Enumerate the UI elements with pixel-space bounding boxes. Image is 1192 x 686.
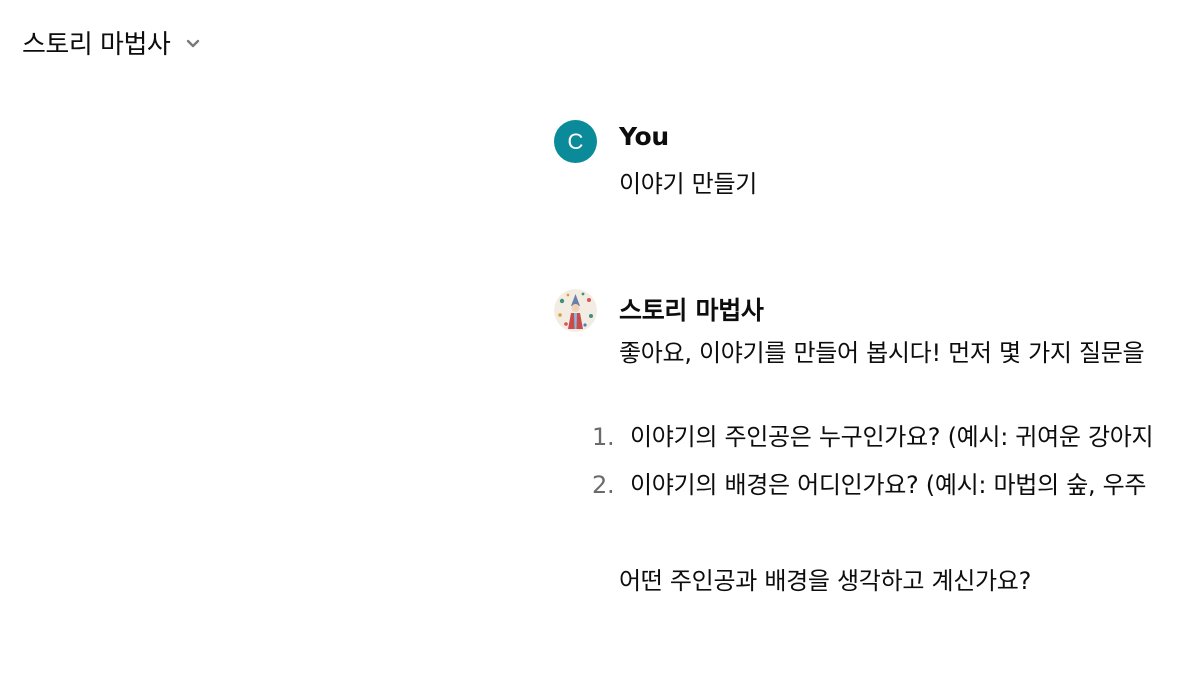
chevron-down-icon[interactable] [184, 34, 202, 52]
list-text: 이야기의 배경은 어디인가요? (예시: 마법의 숲, 우주 [630, 471, 1147, 499]
wizard-avatar-icon [554, 289, 597, 332]
avatar-letter: C [567, 128, 584, 154]
list-number: 1. [592, 423, 615, 451]
message-closing: 어떤 주인공과 배경을 생각하고 계신가요? [619, 567, 1032, 595]
list-number: 2. [592, 471, 615, 499]
gpt-selector[interactable]: 스토리 마법사 [22, 22, 202, 62]
message-text: 이야기 만들기 [619, 170, 758, 198]
list-item: 1. 이야기의 주인공은 누구인가요? (예시: 귀여운 강아지 [592, 417, 1154, 465]
page-title: 스토리 마법사 [22, 29, 171, 60]
list-item: 2. 이야기의 배경은 어디인가요? (예시: 마법의 숲, 우주 [592, 465, 1153, 513]
message-intro: 좋아요, 이야기를 만들어 봅시다! 먼저 몇 가지 질문을 [619, 339, 1145, 367]
question-list: 1. 이야기의 주인공은 누구인가요? (예시: 귀여운 강아지 2. 이야기의… [592, 417, 1154, 513]
message-author: 스토리 마법사 [619, 296, 764, 325]
message-author: You [619, 122, 669, 151]
list-text: 이야기의 주인공은 누구인가요? (예시: 귀여운 강아지 [630, 423, 1154, 451]
chat-page: 스토리 마법사 C You 이야기 만들기 스토리 마법사 좋아요, 이야기를 … [0, 0, 1192, 686]
avatar: C [554, 120, 597, 163]
